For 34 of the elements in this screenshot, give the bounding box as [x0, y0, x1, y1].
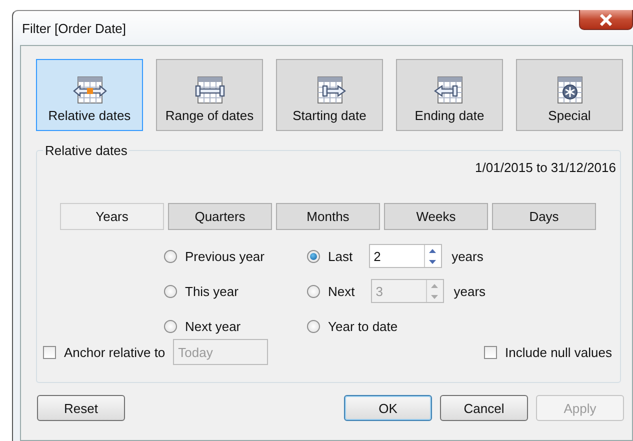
radio-label[interactable]: Next year — [185, 318, 241, 334]
filter-mode-button[interactable]: Starting date — [276, 59, 383, 131]
checkbox[interactable] — [484, 346, 498, 358]
radio-button[interactable] — [164, 320, 177, 332]
filter-mode-button[interactable]: Range of dates — [156, 59, 263, 131]
radio-label[interactable]: Year to date — [328, 318, 398, 334]
number-field[interactable]: 2 — [368, 244, 442, 268]
checkbox-label[interactable]: Include null values — [505, 344, 612, 360]
close-button[interactable] — [579, 10, 633, 30]
dialog-button[interactable]: Reset — [37, 395, 125, 421]
group-title: Relative dates — [44, 143, 128, 158]
filter-mode-button[interactable]: Ending date — [396, 59, 503, 131]
radio-button[interactable] — [307, 250, 320, 262]
unit-tab[interactable]: Months — [276, 203, 380, 230]
radio-label[interactable]: This year — [185, 284, 238, 298]
close-icon — [598, 14, 614, 26]
unit-tab[interactable]: Weeks — [384, 203, 488, 230]
filter-mode-button[interactable]: Special — [516, 59, 623, 131]
radio-button[interactable] — [307, 320, 320, 332]
dialog-button[interactable]: Cancel — [440, 395, 528, 421]
calendar-double-arrow-icon — [72, 74, 108, 104]
unit-tab[interactable]: Years — [60, 203, 164, 230]
unit-label: years — [452, 248, 484, 264]
unit-tab[interactable]: Days — [492, 203, 596, 230]
unit-tab[interactable]: Quarters — [168, 203, 272, 230]
filter-mode-button[interactable]: Relative dates — [36, 59, 143, 131]
radio-button[interactable] — [164, 284, 177, 298]
date-range-text: 1/01/2015 to 31/12/2016 — [475, 160, 616, 175]
radio-label[interactable]: Last — [328, 248, 353, 264]
radio-label[interactable]: Previous year — [185, 248, 264, 264]
dialog-button[interactable]: OK — [344, 395, 432, 421]
radio-button[interactable] — [164, 250, 177, 262]
unit-label: years — [454, 284, 486, 298]
window-title: Filter [Order Date] — [22, 20, 126, 36]
